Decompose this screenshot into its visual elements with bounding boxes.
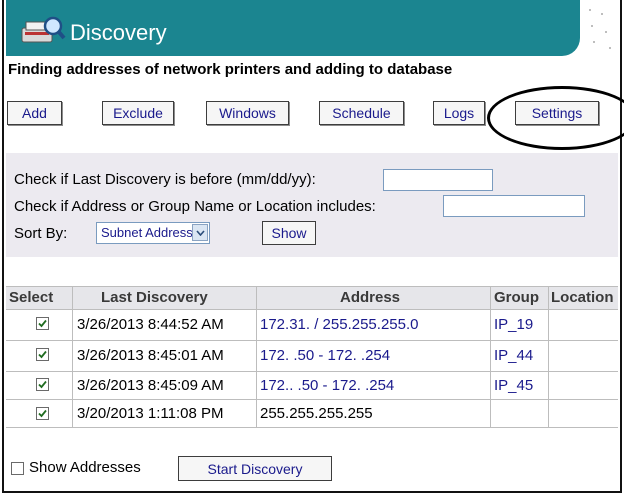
address-link[interactable]: 172. .50 - 172. .254 [260,347,390,364]
logs-button[interactable]: Logs [433,101,485,125]
group-link[interactable]: IP_44 [494,347,533,364]
page-title: Discovery [70,20,167,45]
decorative-dots [589,9,611,49]
col-header-address: Address [340,289,401,306]
last-discovery-cell: 3/26/2013 8:44:52 AM [77,316,224,333]
show-addresses-checkbox[interactable] [11,462,24,475]
name-filter-input[interactable] [443,195,585,217]
row-select-checkbox[interactable] [36,317,49,330]
date-filter-input[interactable] [383,169,493,191]
add-button[interactable]: Add [7,101,62,125]
address-cell: 255.255.255.255 [260,405,373,422]
row-select-checkbox[interactable] [36,378,49,391]
chevron-down-icon[interactable] [192,224,208,241]
group-link[interactable]: IP_19 [494,316,533,333]
last-discovery-cell: 3/26/2013 8:45:01 AM [77,347,224,364]
show-button[interactable]: Show [262,221,316,245]
show-addresses-label: Show Addresses [29,459,141,476]
windows-button[interactable]: Windows [206,101,289,125]
name-filter-label: Check if Address or Group Name or Locati… [14,198,376,215]
start-discovery-button[interactable]: Start Discovery [178,456,332,481]
highlight-annotation [487,86,624,150]
discovery-logo-icon [21,16,66,43]
address-link[interactable]: 172.. .50 - 172. .254 [260,377,394,394]
col-header-last-discovery: Last Discovery [101,289,208,306]
app-header: Discovery [6,0,580,56]
last-discovery-cell: 3/26/2013 8:45:09 AM [77,377,224,394]
table-divider [6,340,618,341]
col-header-location: Location [551,289,614,306]
table-divider [6,309,618,310]
date-filter-label: Check if Last Discovery is before (mm/dd… [14,171,316,188]
exclude-button[interactable]: Exclude [102,101,174,125]
table-col-divider [72,286,73,427]
table-divider [6,399,618,400]
col-header-group: Group [494,289,539,306]
row-select-checkbox[interactable] [36,407,49,420]
page-subtitle: Finding addresses of network printers an… [8,61,453,78]
row-select-checkbox[interactable] [36,348,49,361]
last-discovery-cell: 3/20/2013 1:11:08 PM [77,405,224,422]
schedule-button[interactable]: Schedule [319,101,404,125]
table-divider [6,371,618,372]
table-col-divider [548,286,549,427]
col-header-select: Select [9,289,54,306]
table-border-bottom [6,427,618,428]
sort-by-label: Sort By: [14,225,68,242]
table-col-divider [490,286,491,427]
table-border-top [6,286,618,287]
group-link[interactable]: IP_45 [494,377,533,394]
table-col-divider [256,286,257,427]
address-link[interactable]: 172.31. / 255.255.255.0 [260,316,418,333]
